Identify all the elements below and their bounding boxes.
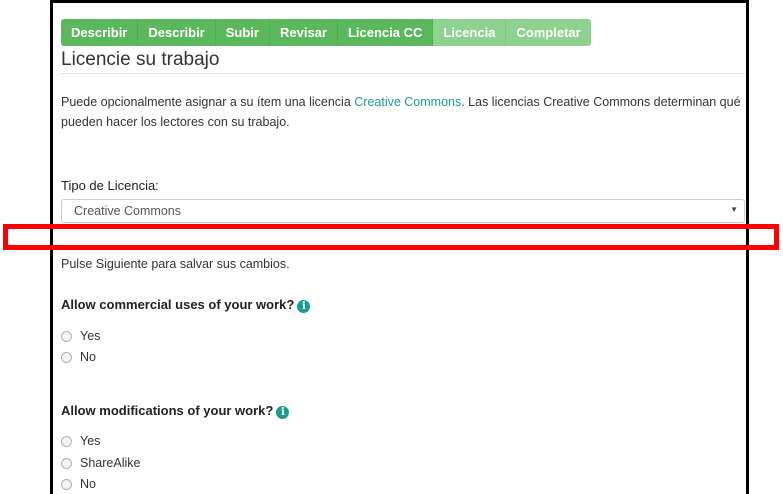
progress-step-licencia-cc[interactable]: Licencia CC	[337, 19, 434, 46]
license-type-label: Tipo de Licencia:	[61, 178, 159, 193]
frame-top-border	[50, 0, 749, 3]
intro-text: Puede opcionalmente asignar a su ítem un…	[61, 92, 741, 132]
progress-step-revisar[interactable]: Revisar	[269, 19, 338, 46]
creative-commons-link[interactable]: Creative Commons	[354, 95, 461, 109]
radio-button[interactable]	[61, 351, 72, 363]
license-type-selected-value: Creative Commons	[74, 204, 181, 218]
radio-button[interactable]	[61, 435, 72, 447]
progress-step-completar: Completar	[506, 19, 591, 46]
info-circle-icon[interactable]: i	[297, 300, 311, 313]
save-hint-text: Pulse Siguiente para salvar sus cambios.	[61, 257, 290, 271]
license-type-select[interactable]: Creative Commons ▼	[61, 199, 745, 223]
commercial-option-yes-label: Yes	[80, 329, 101, 343]
modifications-option-sharealike-label: ShareAlike	[80, 456, 141, 470]
progress-step-describir-2[interactable]: Describir	[138, 19, 216, 46]
commercial-option-yes[interactable]: Yes	[61, 328, 100, 344]
progress-step-subir[interactable]: Subir	[215, 19, 270, 46]
info-circle-icon[interactable]: i	[276, 406, 290, 419]
commercial-use-question: Allow commercial uses of your work? i	[61, 297, 311, 313]
modifications-option-no[interactable]: No	[61, 476, 96, 492]
title-divider	[61, 73, 745, 74]
modifications-question-label: Allow modifications of your work?	[61, 403, 274, 418]
submission-progress-bar: Describir Describir Subir Revisar Licenc…	[61, 19, 591, 46]
radio-button[interactable]	[61, 457, 72, 469]
intro-text-start: Puede opcionalmente asignar a su ítem un…	[61, 95, 355, 109]
caret-down-icon: ▼	[730, 205, 738, 214]
modifications-option-sharealike[interactable]: ShareAlike	[61, 455, 140, 471]
page-title: Licencie su trabajo	[61, 49, 220, 70]
radio-button[interactable]	[61, 330, 72, 342]
modifications-question: Allow modifications of your work? i	[61, 403, 290, 419]
progress-step-licencia: Licencia	[433, 19, 507, 46]
modifications-option-yes-label: Yes	[80, 434, 101, 448]
modifications-option-no-label: No	[80, 477, 96, 491]
commercial-option-no-label: No	[80, 350, 96, 364]
radio-button[interactable]	[61, 478, 72, 490]
progress-step-describir-1[interactable]: Describir	[61, 19, 139, 46]
commercial-option-no[interactable]: No	[61, 349, 96, 365]
red-highlight-box	[3, 224, 779, 250]
commercial-use-question-label: Allow commercial uses of your work?	[61, 297, 295, 312]
modifications-option-yes[interactable]: Yes	[61, 433, 100, 449]
